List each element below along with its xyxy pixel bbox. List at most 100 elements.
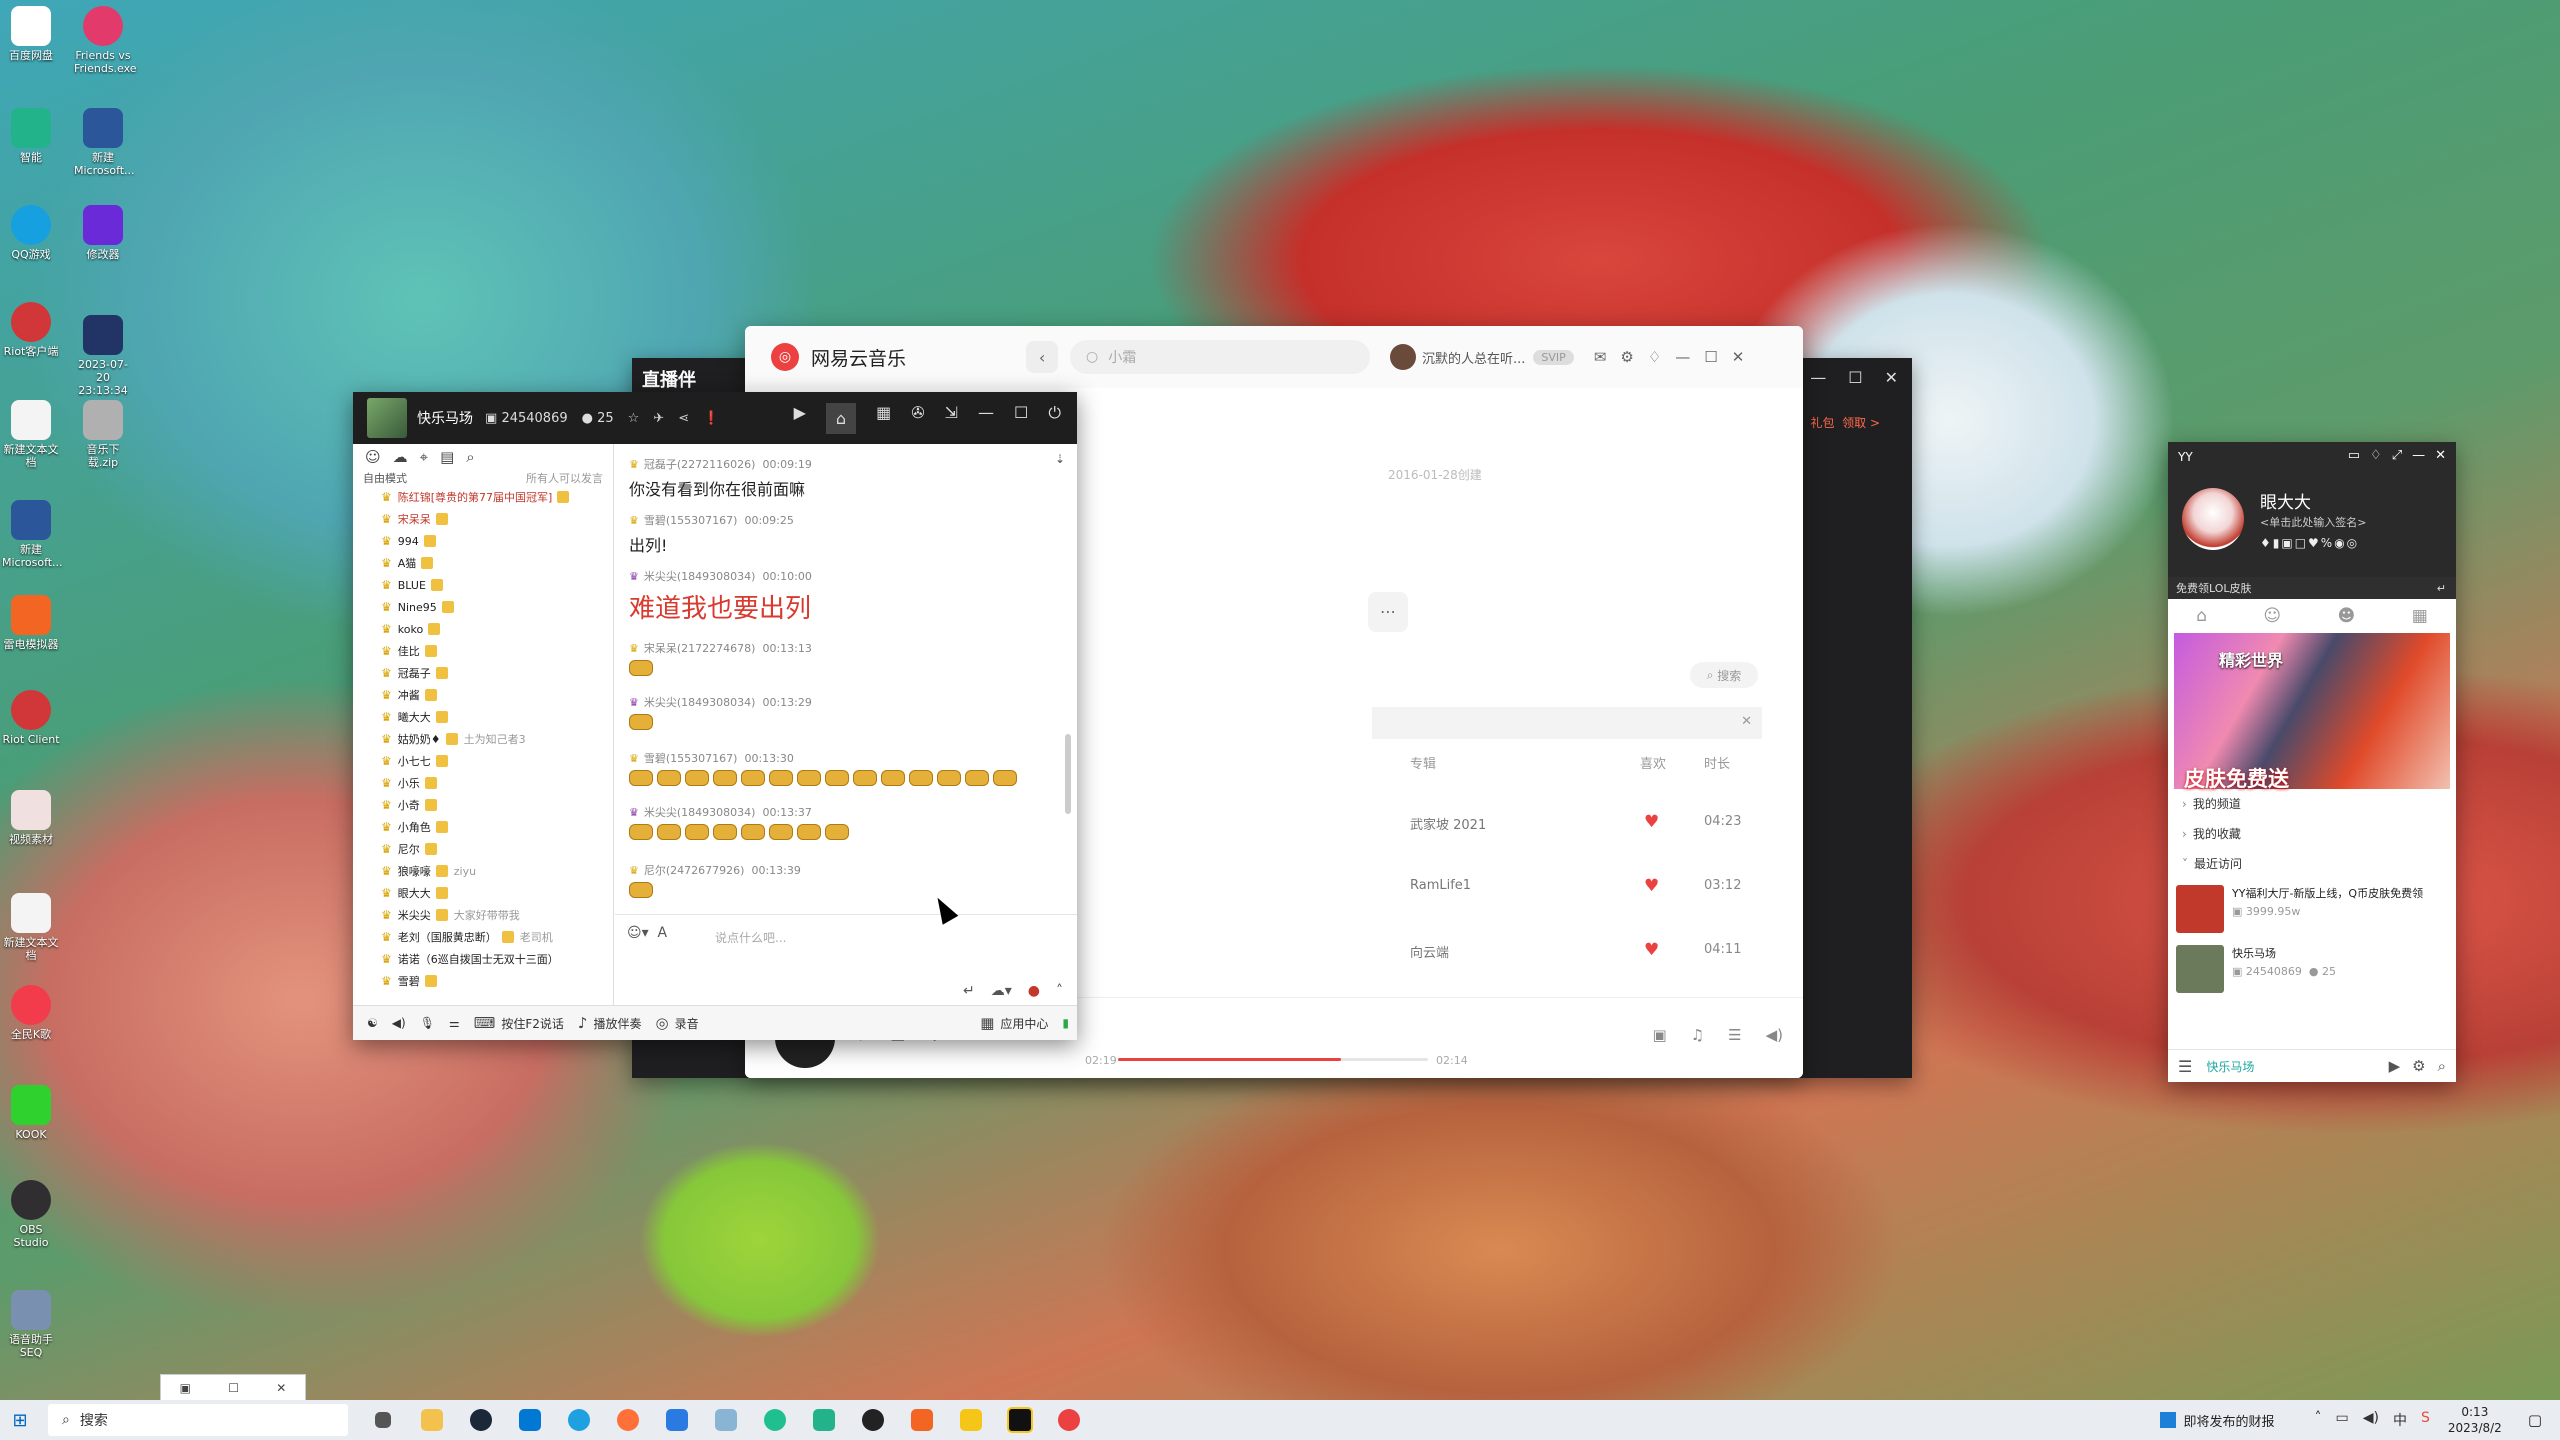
minimize-icon[interactable]: —: [1810, 368, 1826, 387]
taskbar-app-vpn[interactable]: [652, 1400, 701, 1440]
member-item[interactable]: ♛ 诺诺（6巡自拨国士无双十三面）: [353, 948, 613, 970]
quality-icon[interactable]: ▣: [1653, 1026, 1667, 1044]
close-icon[interactable]: ✕: [1741, 714, 1752, 729]
promo-banner[interactable]: 精彩世界 皮肤免费送: [2174, 633, 2450, 791]
app-center-button[interactable]: ▦ 应用中心: [980, 1014, 1048, 1032]
taskbar-app-firefox[interactable]: [603, 1400, 652, 1440]
chat-message-area[interactable]: ⇣ ♛ 冠磊子(2272116026) 00:09:19 你没有看到你在很前面嘛 ♛…: [615, 444, 1077, 914]
more-button[interactable]: ⋯: [1368, 592, 1408, 632]
minimize-icon[interactable]: —: [978, 403, 994, 434]
taskbar-app-ld[interactable]: [897, 1400, 946, 1440]
taskbar-app-yy[interactable]: [946, 1400, 995, 1440]
chat-icon[interactable]: ☁: [393, 448, 408, 466]
taskbar-clock[interactable]: 0:13 2023/8/2: [2448, 1404, 2502, 1436]
chevron-up-icon[interactable]: ˄: [2315, 1410, 2322, 1430]
desktop-icon-video[interactable]: 视频素材: [2, 790, 60, 846]
member-item[interactable]: ♛ A猫: [353, 552, 613, 574]
network-icon[interactable]: ▭: [2336, 1410, 2349, 1430]
desktop-icon-qqgame[interactable]: QQ游戏: [2, 205, 60, 261]
desktop-icon-obs[interactable]: OBS Studio: [2, 1180, 60, 1249]
song-row-album[interactable]: RamLife1: [1410, 878, 1471, 893]
member-item[interactable]: ♛ BLUE: [353, 574, 613, 596]
menu-my-channels[interactable]: › 我的频道: [2182, 789, 2456, 819]
member-item[interactable]: ♛ 尼尔: [353, 838, 613, 860]
song-row-album[interactable]: 向云端: [1410, 942, 1449, 961]
close-icon[interactable]: ✕: [276, 1381, 286, 1395]
avatar[interactable]: [2182, 488, 2244, 550]
member-item[interactable]: ♛ 眼大大: [353, 882, 613, 904]
member-item[interactable]: ♛ Nine95: [353, 596, 613, 618]
ime-icon[interactable]: 中: [2393, 1410, 2407, 1430]
back-button[interactable]: ‹: [1026, 341, 1059, 373]
member-item[interactable]: ♛ 小奇: [353, 794, 613, 816]
desktop-icon-kge[interactable]: 全民K歌: [2, 985, 60, 1041]
menu-icon[interactable]: ☰: [2178, 1057, 2192, 1076]
maximize-icon[interactable]: ☐: [1014, 403, 1028, 434]
expand-icon[interactable]: ⤢: [2392, 448, 2402, 463]
skin-icon[interactable]: ♢: [2370, 448, 2382, 463]
song-row-album[interactable]: 武家坡 2021: [1410, 814, 1486, 833]
recent-item[interactable]: YY福利大厅-新版上线，Q币皮肤免费领 ▣ 3999.95w: [2168, 879, 2456, 939]
app-grid-icon[interactable]: ▦: [876, 403, 891, 434]
taskbar-app-store[interactable]: [505, 1400, 554, 1440]
accompaniment-button[interactable]: ♪ 播放伴奏: [578, 1014, 642, 1032]
taskbar-app-explorer[interactable]: [407, 1400, 456, 1440]
close-icon[interactable]: ✕: [2435, 448, 2446, 463]
collapse-icon[interactable]: ⇲: [945, 403, 958, 434]
column-header-album[interactable]: 专辑: [1410, 753, 1436, 772]
member-item[interactable]: ♛ 小乐: [353, 772, 613, 794]
promo-strip[interactable]: 免费领LOL皮肤 ↵: [2168, 577, 2456, 599]
power-icon[interactable]: ⏻: [1048, 403, 1061, 434]
liked-heart-icon[interactable]: ♥: [1644, 878, 1660, 895]
desktop-icon-riot-client[interactable]: Riot Client: [2, 690, 60, 746]
video-icon[interactable]: ▶: [2389, 1057, 2401, 1075]
desktop-icon-seq[interactable]: 语音助手SEQ: [2, 1290, 60, 1359]
news-widget[interactable]: 即将发布的财报: [2159, 1411, 2275, 1430]
start-button[interactable]: ⊞: [0, 1410, 40, 1431]
yy-main-panel[interactable]: YY ▭ ♢ ⤢ — ✕ 眼大大 <单击此处输入签名> ♦▮▣□♥%◉◎ 免费领…: [2168, 442, 2456, 1082]
grid-icon[interactable]: ▦: [2412, 606, 2428, 626]
column-header-like[interactable]: 喜欢: [1640, 753, 1666, 772]
close-icon[interactable]: ✕: [1732, 348, 1745, 366]
gamepad-icon[interactable]: ✇: [911, 403, 924, 434]
press-to-talk-button[interactable]: ⌨ 按住F2说话: [474, 1014, 564, 1032]
maximize-icon[interactable]: ☐: [1704, 348, 1717, 366]
record-button[interactable]: ◎ 录音: [655, 1014, 698, 1032]
notes-icon[interactable]: ▤: [440, 448, 454, 466]
font-icon[interactable]: A: [658, 925, 668, 941]
gear-icon[interactable]: ⚙: [1620, 348, 1633, 366]
channel-avatar[interactable]: [367, 398, 407, 438]
playlist-icon[interactable]: ☰: [1728, 1026, 1741, 1044]
chat-input-area[interactable]: ☺▾ A 说点什么吧... ↵ ☁▾ ● ˄: [615, 914, 1077, 1007]
notification-icon[interactable]: ▢: [2528, 1411, 2542, 1429]
taskbar-app-obs[interactable]: [848, 1400, 897, 1440]
desktop-icon-word2[interactable]: 新建 Microsoft...: [2, 500, 63, 569]
mode-label[interactable]: 自由模式: [363, 470, 407, 486]
member-item[interactable]: ♛ koko: [353, 618, 613, 640]
taskbar-app-edge[interactable]: [554, 1400, 603, 1440]
taskbar-app-green[interactable]: [750, 1400, 799, 1440]
menu-recent[interactable]: ˅ 最近访问: [2182, 849, 2456, 879]
desktop-icon-nb[interactable]: 智能: [2, 108, 60, 164]
search-icon[interactable]: ⌕: [2438, 1057, 2446, 1075]
liked-heart-icon[interactable]: ♥: [1644, 814, 1660, 831]
member-item[interactable]: ♛ 佳比: [353, 640, 613, 662]
netease-user[interactable]: 沉默的人总在听... SVIP: [1390, 344, 1574, 370]
speaker-icon[interactable]: ◀): [392, 1016, 406, 1030]
chat-input-placeholder[interactable]: 说点什么吧...: [715, 929, 786, 946]
taskbar-app-o[interactable]: [995, 1400, 1044, 1440]
skin-icon[interactable]: ♢: [1648, 348, 1661, 366]
taskbar-app-steam[interactable]: [456, 1400, 505, 1440]
mic-icon[interactable]: 🎙: [420, 1016, 435, 1030]
desktop-icon-zip[interactable]: 音乐下载.zip: [74, 400, 132, 469]
desktop-icon-word[interactable]: 新建 Microsoft...: [74, 108, 135, 177]
chat-scrollbar[interactable]: [1065, 734, 1071, 814]
profile-signature[interactable]: <单击此处输入签名>: [2260, 514, 2366, 530]
mixer-icon[interactable]: ⚌: [449, 1016, 460, 1030]
member-item[interactable]: ♛ 小角色: [353, 816, 613, 838]
member-item[interactable]: ♛ 冠磊子: [353, 662, 613, 684]
star-icon[interactable]: ☆: [628, 411, 640, 426]
user-icon[interactable]: ☺: [2263, 606, 2281, 626]
shortcut-icon[interactable]: ✈: [653, 411, 664, 426]
desktop-icon-ldplayer[interactable]: 雷电模拟器: [2, 595, 60, 651]
